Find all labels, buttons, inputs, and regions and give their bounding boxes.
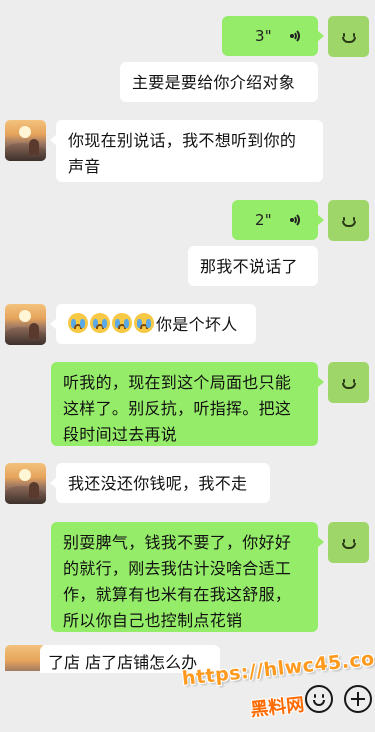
message-text: 我还没还你钱呢，我不走 (68, 474, 248, 493)
my-avatar[interactable] (328, 362, 369, 403)
message-text: 别耍脾气，钱我不要了，你好好的就行，刚去我估计没啥合适工作，就算有也米有在我这舒… (63, 533, 292, 630)
message-text: 你现在别说话，我不想听到你的声音 (68, 131, 297, 176)
crying-face-icon (90, 313, 110, 333)
message-text: 主要是要给你介绍对象 (132, 73, 296, 92)
voice-duration: 3" (254, 27, 272, 45)
my-avatar[interactable] (328, 200, 369, 241)
voice-message[interactable]: 3" (222, 16, 324, 56)
crying-face-icon (68, 313, 88, 333)
voice-wave-icon (288, 28, 302, 44)
voice-duration: 2" (254, 211, 272, 229)
message-text: 那我不说话了 (200, 257, 298, 276)
voice-message[interactable]: 2" (232, 200, 324, 240)
contact-avatar[interactable] (5, 304, 46, 345)
watermark: https://hlwc45.com 黑料网 (175, 646, 375, 723)
voice-wave-icon (288, 212, 302, 228)
message-bubble[interactable]: 那我不说话了 (188, 246, 318, 286)
my-avatar[interactable] (328, 16, 369, 57)
message-bubble[interactable]: 你现在别说话，我不想听到你的声音 (50, 120, 323, 182)
contact-avatar[interactable] (5, 120, 46, 161)
crying-face-icon (134, 313, 154, 333)
crying-face-icon (112, 313, 132, 333)
message-text: 你是个坏人 (156, 315, 238, 334)
message-bubble[interactable]: 你是个坏人 (50, 304, 256, 344)
chat-area: 3" 主要是要给你介绍对象 你现在别说话，我不想听到你的声音 2" 那我不说话了… (0, 0, 375, 732)
watermark-brand: 黑料网 (249, 694, 306, 721)
message-bubble[interactable]: 听我的，现在到这个局面也只能这样了。别反抗，听指挥。把这段时间过去再说 (51, 362, 324, 446)
message-bubble[interactable]: 别耍脾气，钱我不要了，你好好的就行，刚去我估计没啥合适工作，就算有也米有在我这舒… (51, 522, 324, 632)
message-bubble[interactable]: 主要是要给你介绍对象 (120, 62, 318, 102)
my-avatar[interactable] (328, 522, 369, 563)
contact-avatar[interactable] (5, 463, 46, 504)
message-text: 听我的，现在到这个局面也只能这样了。别反抗，听指挥。把这段时间过去再说 (63, 373, 292, 444)
message-bubble[interactable]: 我还没还你钱呢，我不走 (50, 463, 270, 503)
